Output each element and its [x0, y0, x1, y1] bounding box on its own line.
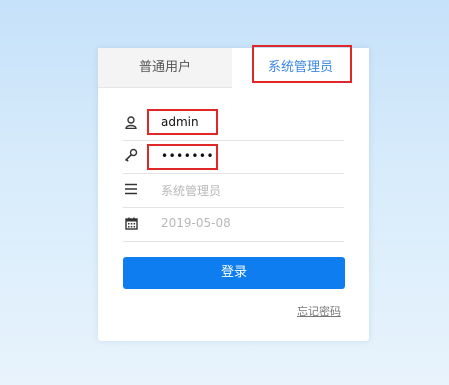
- date-field[interactable]: 2019-05-08: [161, 216, 231, 230]
- password-field[interactable]: •••••••: [161, 149, 214, 163]
- calendar-icon: [123, 215, 139, 231]
- login-tabs: 普通用户 系统管理员: [98, 48, 369, 88]
- role-row: 系统管理员: [123, 174, 344, 208]
- forgot-password-link[interactable]: 忘记密码: [297, 303, 341, 319]
- tab-system-admin[interactable]: 系统管理员: [232, 48, 369, 87]
- username-row: admin: [123, 107, 344, 141]
- tab-normal-user[interactable]: 普通用户: [98, 48, 232, 88]
- login-button[interactable]: 登录: [123, 257, 345, 289]
- role-select[interactable]: 系统管理员: [161, 182, 221, 199]
- menu-icon: [123, 181, 139, 197]
- key-icon: [123, 147, 139, 163]
- date-row: 2019-05-08: [123, 208, 344, 242]
- user-icon: [123, 114, 139, 130]
- password-row: •••••••: [123, 140, 344, 174]
- username-field[interactable]: admin: [161, 115, 199, 129]
